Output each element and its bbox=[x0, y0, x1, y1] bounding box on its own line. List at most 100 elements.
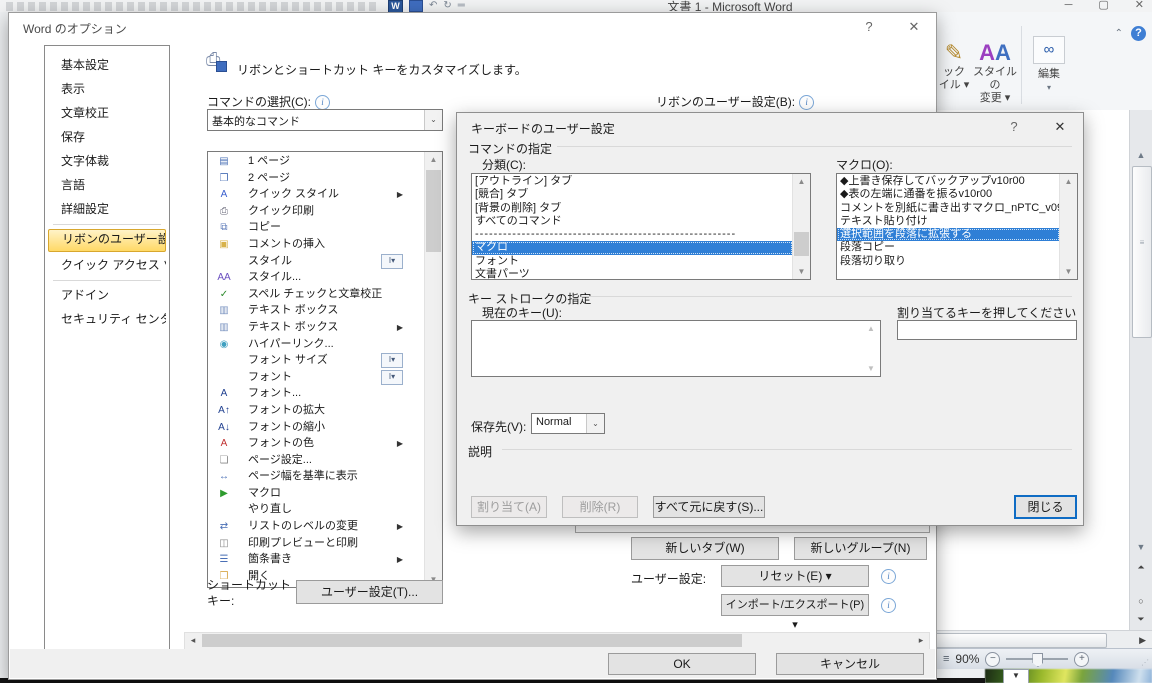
scroll-up-icon[interactable]: ▲ bbox=[425, 152, 442, 167]
category-row[interactable]: 文書パーツ bbox=[472, 268, 793, 279]
categories-list[interactable]: [アウトライン] タブ [競合] タブ [背景の削除] タブ すべてのコマンド ----… bbox=[471, 173, 811, 280]
new-tab-button[interactable]: 新しいタブ(W) bbox=[631, 537, 779, 560]
macros-scrollbar[interactable]: ▲ ▼ bbox=[1059, 174, 1077, 279]
import-export-button[interactable]: インポート/エクスポート(P) ▾ bbox=[721, 594, 869, 631]
command-row[interactable]: A↓ フォントの縮小 bbox=[208, 419, 425, 436]
scroll-up-icon[interactable]: ▲ bbox=[1132, 148, 1150, 163]
category-row[interactable]: マクロ bbox=[472, 241, 793, 255]
macro-row[interactable]: 段落切り取り bbox=[837, 255, 1060, 268]
maximize-button[interactable]: ▢ bbox=[1098, 0, 1108, 11]
category-row[interactable]: [競合] タブ bbox=[472, 188, 793, 201]
remove-button[interactable]: 削除(R) bbox=[562, 496, 638, 518]
word-app-icon[interactable]: W bbox=[388, 0, 403, 12]
macro-row[interactable]: テキスト貼り付け bbox=[837, 215, 1060, 228]
assign-button[interactable]: 割り当て(A) bbox=[471, 496, 547, 518]
new-group-button[interactable]: 新しいグループ(N) bbox=[794, 537, 927, 560]
save-in-dropdown[interactable]: Normal ⌄ bbox=[531, 413, 605, 434]
document-horizontal-scrollbar[interactable]: ▶ bbox=[935, 630, 1152, 649]
commands-list[interactable]: ▤ 1 ページ ❐ 2 ページ A クイック スタイル ▶ ⎙ クイック印刷 ⧉ コピー ▣ コメントの… bbox=[207, 151, 443, 588]
command-row[interactable]: ▥ テキスト ボックス bbox=[208, 302, 425, 319]
dialog-close-button[interactable]: ✕ bbox=[1045, 116, 1075, 138]
scroll-thumb[interactable] bbox=[794, 232, 809, 256]
macro-row[interactable]: 段落コピー bbox=[837, 241, 1060, 254]
sidebar-item[interactable]: 基本設定 bbox=[48, 55, 166, 76]
browse-object-icon[interactable]: ○ bbox=[1132, 594, 1150, 609]
command-row[interactable]: フォント サイズ I▾ bbox=[208, 352, 425, 369]
command-row[interactable]: ◉ ハイパーリンク... bbox=[208, 336, 425, 353]
command-row[interactable]: A↑ フォントの拡大 bbox=[208, 402, 425, 419]
macro-row[interactable]: ◆表の左端に通番を振るv10r00 bbox=[837, 188, 1060, 201]
close-window-button[interactable]: ✕ bbox=[1135, 0, 1144, 11]
scroll-thumb[interactable] bbox=[426, 170, 441, 252]
zoom-in-icon[interactable]: + bbox=[1074, 651, 1090, 667]
sidebar-item[interactable]: 文字体裁 bbox=[48, 151, 166, 172]
command-row[interactable]: ▥ テキスト ボックス ▶ bbox=[208, 319, 425, 336]
scroll-down-icon[interactable]: ▼ bbox=[793, 264, 810, 279]
command-row[interactable]: A フォントの色 ▶ bbox=[208, 435, 425, 452]
sidebar-item[interactable]: 保存 bbox=[48, 127, 166, 148]
macro-row[interactable]: コメントを別紙に書き出すマクロ_nPTC_v09r00 bbox=[837, 202, 1060, 215]
command-row[interactable]: ▣ コメントの挿入 bbox=[208, 236, 425, 253]
scroll-right-icon[interactable]: ▶ bbox=[1139, 633, 1146, 647]
category-row[interactable]: [背景の削除] タブ bbox=[472, 202, 793, 215]
choose-commands-dropdown[interactable]: 基本的なコマンド ⌄ bbox=[207, 109, 443, 131]
zoom-slider[interactable] bbox=[1006, 653, 1069, 667]
new-shortcut-key-input[interactable] bbox=[897, 320, 1077, 340]
command-row[interactable]: ✓ スペル チェックと文章校正 bbox=[208, 286, 425, 303]
editing-button[interactable]: ∞ 編集 ▾ bbox=[1027, 36, 1071, 94]
scroll-down-icon[interactable]: ▼ bbox=[1132, 540, 1150, 555]
vertical-scrollbar[interactable]: ▲ ≡ ▼ ⏶ ○ ⏷ bbox=[1129, 110, 1152, 630]
dialog-close-button[interactable]: ✕ bbox=[899, 16, 929, 38]
command-row[interactable]: ▶ マクロ bbox=[208, 485, 425, 502]
command-row[interactable]: ⧉ コピー bbox=[208, 219, 425, 236]
command-row[interactable]: ⇄ リストのレベルの変更 ▶ bbox=[208, 518, 425, 535]
current-keys-list[interactable]: ▲ ▼ bbox=[471, 320, 881, 377]
category-row[interactable]: [アウトライン] タブ bbox=[472, 175, 793, 188]
next-page-icon[interactable]: ⏷ bbox=[1132, 612, 1150, 627]
command-row[interactable]: A フォント... bbox=[208, 385, 425, 402]
redo-icon[interactable]: ↻ bbox=[443, 0, 451, 11]
macros-list[interactable]: ◆上書き保存してバックアップv10r00 ◆表の左端に通番を振るv10r00 コメン… bbox=[836, 173, 1078, 280]
sidebar-item[interactable]: アドイン bbox=[48, 285, 166, 306]
sidebar-item[interactable]: セキュリティ センター bbox=[48, 309, 166, 330]
command-row[interactable]: A クイック スタイル ▶ bbox=[208, 186, 425, 203]
category-row[interactable]: フォント bbox=[472, 255, 793, 268]
macro-row[interactable]: 選択範囲を段落に拡張する bbox=[837, 228, 1060, 242]
resize-grip[interactable]: ⋰ bbox=[1141, 658, 1150, 667]
scroll-up-icon[interactable]: ▲ bbox=[793, 174, 810, 189]
zoom-level[interactable]: 90% bbox=[955, 652, 979, 666]
vertical-scroll-thumb[interactable]: ≡ bbox=[1132, 166, 1152, 338]
list-divider-row[interactable]: ----------------------------------------… bbox=[472, 228, 793, 241]
sidebar-item[interactable]: 表示 bbox=[48, 79, 166, 100]
scroll-thumb[interactable] bbox=[202, 634, 742, 647]
category-row[interactable]: すべてのコマンド bbox=[472, 215, 793, 228]
command-row[interactable]: やり直し bbox=[208, 501, 425, 518]
command-row[interactable]: AA スタイル... bbox=[208, 269, 425, 286]
command-row[interactable]: ↔ ページ幅を基準に表示 bbox=[208, 468, 425, 485]
reset-button[interactable]: リセット(E) ▾ bbox=[721, 565, 869, 587]
close-button[interactable]: 閉じる bbox=[1014, 495, 1077, 519]
dialog-help-button[interactable]: ? bbox=[854, 16, 884, 38]
undo-icon[interactable]: ↶ bbox=[429, 0, 437, 11]
cancel-button[interactable]: キャンセル bbox=[776, 653, 924, 675]
command-row[interactable]: ⎙ クイック印刷 bbox=[208, 203, 425, 220]
sidebar-item[interactable]: 詳細設定 bbox=[48, 199, 166, 220]
scroll-up-icon[interactable]: ▲ bbox=[1060, 174, 1077, 189]
qat-customize-icon[interactable]: ═ bbox=[458, 0, 465, 11]
ok-button[interactable]: OK bbox=[608, 653, 756, 675]
sidebar-item[interactable]: クイック アクセス ツール バー bbox=[48, 255, 166, 276]
minimize-button[interactable]: ─ bbox=[1065, 0, 1073, 11]
save-icon[interactable] bbox=[409, 0, 423, 12]
command-row[interactable]: ◫ 印刷プレビューと印刷 bbox=[208, 535, 425, 552]
help-icon[interactable]: ? bbox=[1131, 26, 1146, 41]
horizontal-scroll-thumb[interactable] bbox=[935, 633, 1107, 648]
command-row[interactable]: ❐ 2 ページ bbox=[208, 170, 425, 187]
sidebar-item[interactable]: リボンのユーザー設定 bbox=[48, 229, 166, 252]
commands-list-scrollbar[interactable]: ▲ ▼ bbox=[424, 152, 442, 587]
scroll-down-mini-icon[interactable]: ▼ bbox=[1003, 669, 1029, 683]
command-row[interactable]: フォント I▾ bbox=[208, 369, 425, 386]
dialog-help-button[interactable]: ? bbox=[999, 116, 1029, 138]
customize-keyboard-button[interactable]: ユーザー設定(T)... bbox=[296, 580, 443, 604]
quick-styles-button[interactable]: ✎ ック イル ▾ bbox=[935, 40, 973, 92]
categories-scrollbar[interactable]: ▲ ▼ bbox=[792, 174, 810, 279]
